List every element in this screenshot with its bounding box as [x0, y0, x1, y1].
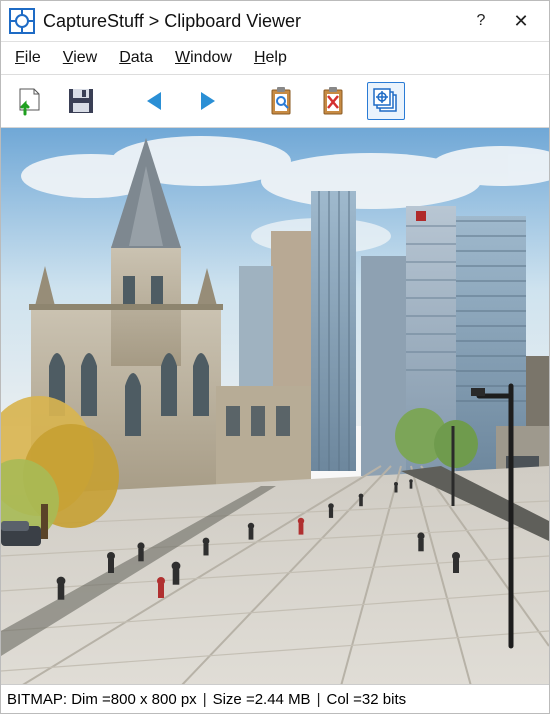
status-col-value: 32 bits [362, 691, 406, 708]
prev-button[interactable] [137, 83, 173, 119]
status-format-label: BITMAP: [7, 691, 67, 708]
help-icon: ? [477, 12, 486, 30]
titlebar: CaptureStuff > Clipboard Viewer ? ✕ [1, 1, 549, 42]
capture-stack-icon [371, 86, 401, 116]
save-button[interactable] [63, 83, 99, 119]
status-col-label: Col = [326, 691, 361, 708]
toolbar [1, 74, 549, 128]
clipboard-bitmap-image [1, 128, 549, 684]
delete-clipboard-icon [319, 86, 347, 116]
status-size-label: Size = [213, 691, 255, 708]
close-icon: ✕ [513, 11, 528, 32]
delete-clipboard-button[interactable] [315, 83, 351, 119]
menubar: File View Data Window Help [1, 42, 549, 74]
menu-file[interactable]: File [15, 49, 41, 67]
capture-stack-button[interactable] [367, 82, 405, 120]
open-icon [14, 86, 44, 116]
prev-icon [143, 89, 167, 113]
window-subtitle: Clipboard Viewer [164, 11, 301, 31]
status-dim-value: 800 x 800 px [111, 691, 197, 708]
title-separator: > [144, 11, 165, 31]
menu-help[interactable]: Help [254, 49, 287, 67]
next-icon [195, 89, 219, 113]
status-dim-label: Dim = [71, 691, 111, 708]
open-button[interactable] [11, 83, 47, 119]
find-clipboard-icon [267, 86, 295, 116]
menu-view[interactable]: View [63, 49, 97, 67]
titlebar-help-button[interactable]: ? [461, 1, 501, 41]
clipboard-image-viewport[interactable] [1, 128, 549, 684]
find-clipboard-button[interactable] [263, 83, 299, 119]
menu-data[interactable]: Data [119, 49, 153, 67]
app-icon [9, 8, 35, 34]
save-icon [66, 86, 96, 116]
menu-window[interactable]: Window [175, 49, 232, 67]
window-title: CaptureStuff > Clipboard Viewer [43, 11, 461, 32]
app-window: CaptureStuff > Clipboard Viewer ? ✕ File… [0, 0, 550, 714]
statusbar: BITMAP: Dim = 800 x 800 px | Size = 2.44… [1, 684, 549, 713]
app-name-text: CaptureStuff [43, 11, 144, 31]
next-button[interactable] [189, 83, 225, 119]
titlebar-close-button[interactable]: ✕ [501, 1, 541, 41]
status-size-value: 2.44 MB [255, 691, 311, 708]
